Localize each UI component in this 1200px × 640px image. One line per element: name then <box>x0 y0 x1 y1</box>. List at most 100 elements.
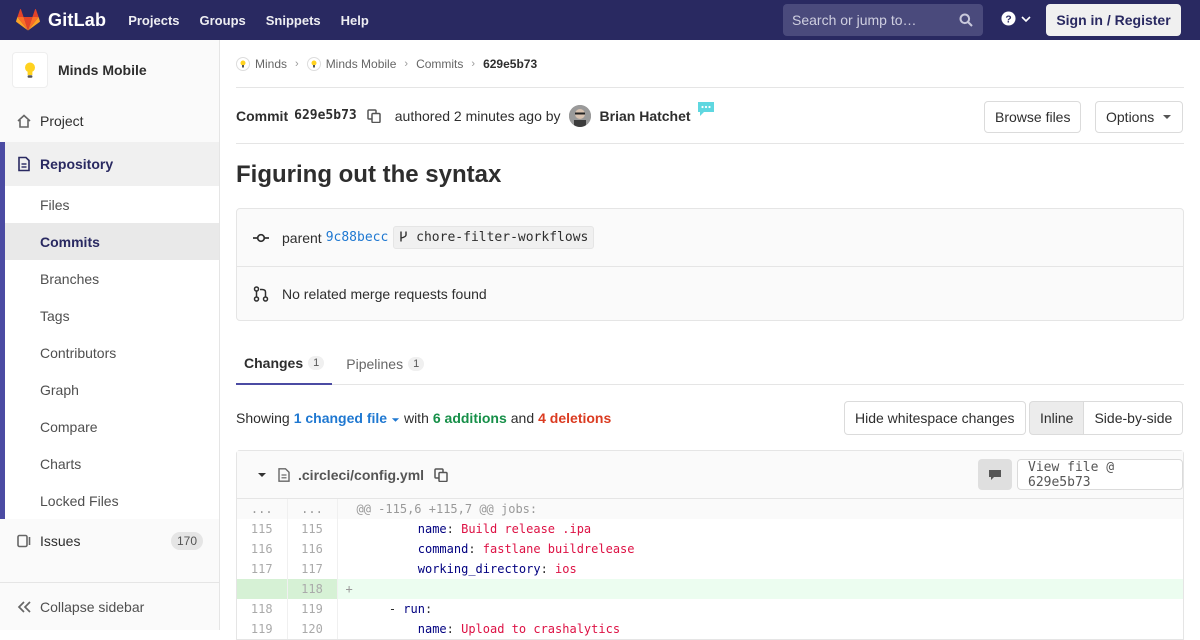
sidebar-item-issues[interactable]: Issues 170 <box>0 519 219 563</box>
new-line-number[interactable]: 117 <box>287 559 338 579</box>
diff-line: 118 119 - run: <box>237 599 1183 619</box>
commit-sha: 629e5b73 <box>294 108 357 123</box>
main-content: Minds › Minds Mobile › Commits › 629e5b7… <box>236 40 1184 640</box>
new-line-number[interactable]: 118 <box>287 579 338 599</box>
document-icon <box>16 156 32 172</box>
and-label: and <box>510 410 535 426</box>
diff-line-content: name: Build release .ipa <box>337 519 1183 539</box>
yaml-value: Build release .ipa <box>461 522 592 536</box>
breadcrumb-group[interactable]: Minds <box>236 56 287 71</box>
search-icon[interactable] <box>959 13 973 27</box>
merge-request-row: No related merge requests found <box>237 266 1183 320</box>
sidebar-item-tags[interactable]: Tags <box>0 297 219 334</box>
old-line-number[interactable]: 116 <box>237 539 288 559</box>
repository-section: Repository Files Commits Branches Tags C… <box>0 142 219 519</box>
commit-tabs: Changes 1 Pipelines 1 <box>236 342 1184 385</box>
new-line-number[interactable]: 116 <box>287 539 338 559</box>
sidebar-item-contributors[interactable]: Contributors <box>0 334 219 371</box>
sidebar-item-project[interactable]: Project <box>0 100 219 142</box>
author-avatar[interactable] <box>568 104 591 127</box>
collapse-sidebar-button[interactable]: Collapse sidebar <box>0 582 219 630</box>
tab-pipelines[interactable]: Pipelines 1 <box>338 342 432 385</box>
options-dropdown[interactable]: Options <box>1095 101 1184 133</box>
toggle-comments-button[interactable] <box>978 459 1012 490</box>
indent: - <box>345 602 404 616</box>
browse-files-button[interactable]: Browse files <box>984 101 1082 133</box>
old-line-number[interactable]: 118 <box>237 599 288 619</box>
sign-in-button[interactable]: Sign in / Register <box>1046 4 1181 36</box>
sidebar-item-files[interactable]: Files <box>0 186 219 223</box>
chat-bubble-icon <box>697 101 714 116</box>
breadcrumb-separator-icon: › <box>295 57 299 70</box>
caret-down-icon[interactable] <box>257 472 267 478</box>
breadcrumb-project-label: Minds Mobile <box>325 56 397 71</box>
nav-help[interactable]: Help <box>341 13 369 28</box>
help-dropdown[interactable]: ? <box>1001 11 1032 26</box>
sidebar-item-compare[interactable]: Compare <box>0 408 219 445</box>
breadcrumb-current[interactable]: 629e5b73 <box>483 57 537 71</box>
breadcrumb-commits[interactable]: Commits <box>416 57 463 71</box>
side-by-side-button[interactable]: Side-by-side <box>1084 401 1184 435</box>
options-label: Options <box>1106 109 1155 125</box>
author-name[interactable]: Brian Hatchet <box>600 108 691 124</box>
inline-view-button[interactable]: Inline <box>1029 401 1085 435</box>
tab-changes[interactable]: Changes 1 <box>236 342 333 385</box>
hunk-text: @@ -115,6 +115,7 @@ jobs: <box>337 499 1183 519</box>
commit-label: Commit <box>236 107 289 124</box>
copy-icon[interactable] <box>367 108 381 123</box>
changed-files-dropdown[interactable]: 1 changed file <box>294 410 400 426</box>
sidebar-project-header[interactable]: Minds Mobile <box>0 40 219 100</box>
hide-whitespace-button[interactable]: Hide whitespace changes <box>844 401 1026 435</box>
parent-sha-link[interactable]: 9c88becc <box>326 230 389 245</box>
collapse-sidebar-label: Collapse sidebar <box>40 598 145 615</box>
diff-line-added: 118 + <box>237 579 1183 599</box>
file-icon <box>278 467 290 482</box>
yaml-key: command <box>417 542 469 556</box>
sidebar-project-name: Minds Mobile <box>58 62 147 78</box>
copy-icon[interactable] <box>434 467 448 482</box>
diff-line: 116 116 command: fastlane buildrelease <box>237 539 1183 559</box>
diff-file-path[interactable]: .circleci/config.yml <box>298 467 424 483</box>
sidebar-item-charts[interactable]: Charts <box>0 445 219 482</box>
sidebar-item-commits[interactable]: Commits <box>0 223 219 260</box>
nav-snippets[interactable]: Snippets <box>266 13 321 28</box>
breadcrumb-separator-icon: › <box>471 57 476 70</box>
diff-file: .circleci/config.yml View file @ 629e5b7… <box>236 450 1184 640</box>
changed-files-label: 1 changed file <box>293 410 388 426</box>
lightbulb-icon <box>306 56 321 71</box>
tab-changes-count: 1 <box>308 355 325 370</box>
deletions-count: 4 deletions <box>538 410 612 426</box>
commit-title: Figuring out the syntax <box>236 161 502 188</box>
gitlab-logo[interactable]: GitLab <box>16 0 106 40</box>
breadcrumb-project[interactable]: Minds Mobile <box>306 56 397 71</box>
old-line-number[interactable]: 117 <box>237 559 288 579</box>
sidebar-item-graph[interactable]: Graph <box>0 371 219 408</box>
issues-count-badge: 170 <box>170 532 203 550</box>
diff-file-header: .circleci/config.yml View file @ 629e5b7… <box>237 451 1183 499</box>
old-line-number[interactable] <box>237 579 288 599</box>
diff-line: 115 115 name: Build release .ipa <box>237 519 1183 539</box>
sidebar-item-branches[interactable]: Branches <box>0 260 219 297</box>
old-line-number[interactable]: 119 <box>237 619 288 639</box>
branch-icon <box>400 231 408 242</box>
old-line-number[interactable]: 115 <box>237 519 288 539</box>
view-file-button[interactable]: View file @ 629e5b73 <box>1017 459 1183 490</box>
sidebar-item-repository[interactable]: Repository <box>0 142 219 186</box>
branch-pill[interactable]: chore-filter-workflows <box>393 226 595 249</box>
new-line-number[interactable]: 119 <box>287 599 338 619</box>
nav-groups[interactable]: Groups <box>200 13 246 28</box>
new-line-number[interactable]: 120 <box>287 619 338 639</box>
gitlab-tanuki-icon <box>16 9 40 31</box>
lightbulb-icon <box>236 56 250 71</box>
diff-line-content: name: Upload to crashalytics <box>337 619 1183 639</box>
sidebar-item-repository-label: Repository <box>40 156 114 172</box>
plus-marker: + <box>345 582 353 596</box>
search-input[interactable] <box>792 12 952 28</box>
nav-projects[interactable]: Projects <box>128 13 179 28</box>
top-navbar: GitLab Projects Groups Snippets Help ? S… <box>0 0 1200 40</box>
sidebar-item-locked-files[interactable]: Locked Files <box>0 482 219 519</box>
project-sidebar: Minds Mobile Project Repository Files Co… <box>0 40 220 630</box>
new-line-number[interactable]: 115 <box>287 519 338 539</box>
